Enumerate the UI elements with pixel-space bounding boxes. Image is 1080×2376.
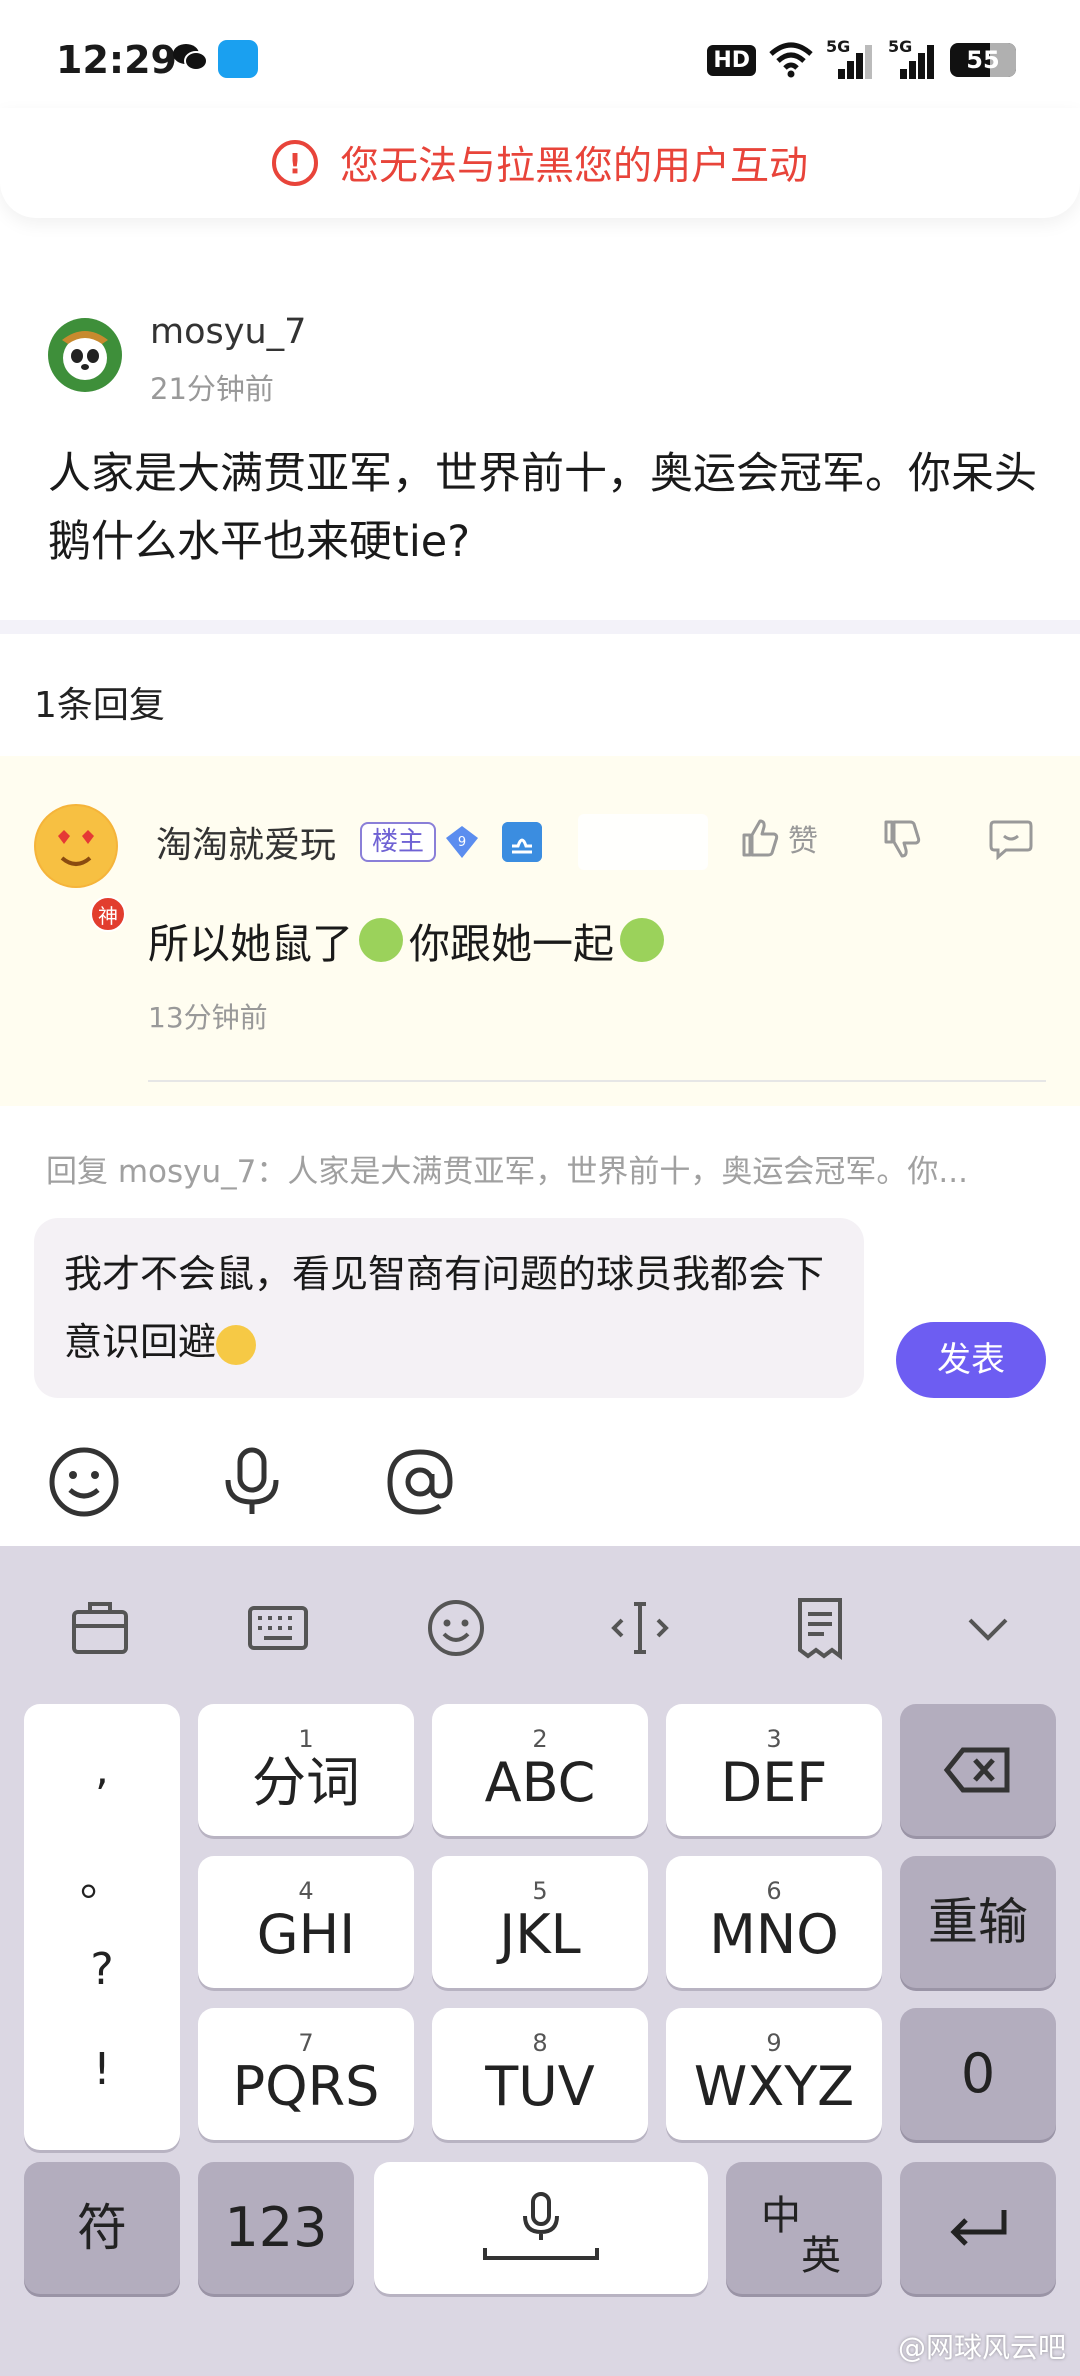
nauseated-emoji-icon [359, 918, 403, 962]
grimacing-emoji-icon [216, 1324, 257, 1365]
exclaim-key[interactable]: ! [24, 2044, 180, 2095]
key-7[interactable]: 7 PQRS [198, 2008, 414, 2140]
thumbs-up-icon [742, 819, 779, 857]
status-time: 12:29 [56, 38, 177, 82]
nauseated-emoji-icon [620, 918, 664, 962]
thumbs-down-icon[interactable] [880, 818, 922, 860]
wifi-icon [769, 42, 813, 78]
reinput-key[interactable]: 重输 [900, 1856, 1056, 1988]
reply-to-hint: 回复 mosyu_7：人家是大满贯亚军，世界前十，奥运会冠军。你... [46, 1154, 968, 1190]
owner-badge: 楼主 [360, 822, 437, 862]
keyboard: , 。 ? ! 1 分词 2 ABC 3 DEF 4 GHI 5 JKL 6 M… [0, 1546, 1080, 2376]
key-5[interactable]: 5 JKL [432, 1856, 648, 1988]
app-notification-icon [218, 40, 258, 78]
watermark: @网球风云吧 [897, 2331, 1066, 2364]
symbols-key[interactable]: 符 [24, 2162, 180, 2294]
clipboard-icon[interactable] [788, 1596, 852, 1660]
microphone-icon[interactable] [214, 1444, 290, 1520]
reply-input[interactable]: 我才不会鼠，看见智商有问题的球员我都会下意识回避 [34, 1218, 864, 1398]
reply-author-name[interactable]: 淘淘就爱玩 [156, 816, 336, 868]
wechat-icon [173, 44, 208, 71]
status-indicators: HD 5G 5G 55 [707, 37, 1016, 80]
comment-icon[interactable] [988, 818, 1034, 860]
divider [148, 1080, 1046, 1082]
period-key[interactable]: 。 [24, 1844, 180, 1908]
alert-icon: ! [271, 140, 318, 186]
reply-content: 所以她鼠了 你跟她一起 [148, 910, 664, 970]
key-4[interactable]: 4 GHI [198, 1856, 414, 1988]
like-button[interactable]: 赞 [738, 816, 818, 860]
post-author-name[interactable]: mosyu_7 [150, 312, 306, 352]
backspace-key[interactable] [900, 1704, 1056, 1836]
libra-zodiac-icon [502, 822, 542, 862]
blurred-area [578, 814, 708, 870]
mention-icon[interactable] [382, 1444, 458, 1520]
publish-button[interactable]: 发表 [896, 1322, 1046, 1398]
svg-text:9: 9 [458, 835, 466, 850]
battery-icon: 55 [950, 43, 1016, 77]
emoji-picker-icon[interactable] [46, 1444, 122, 1520]
post-time: 21分钟前 [150, 372, 274, 406]
keyboard-icon[interactable] [246, 1596, 310, 1660]
space-key[interactable] [374, 2162, 708, 2294]
section-divider [0, 620, 1080, 634]
key-3[interactable]: 3 DEF [666, 1704, 882, 1836]
post-content: 人家是大满贯亚军，世界前十，奥运会冠军。你呆头鹅什么水平也来硬tie? [48, 449, 1037, 567]
signal-icon-1: 5G [826, 37, 876, 79]
question-key[interactable]: ? [24, 1944, 180, 1995]
microphone-icon [483, 2192, 599, 2260]
signal-icon-2: 5G [888, 37, 938, 79]
replies-count: 1条回复 [34, 685, 165, 726]
zero-key[interactable]: 0 [900, 2008, 1056, 2140]
reply-author-avatar[interactable]: 神 [34, 804, 126, 932]
punctuation-column[interactable]: , 。 ? ! [24, 1704, 180, 2150]
comma-key[interactable]: , [24, 1744, 180, 1795]
level-gem-icon: 9 [446, 826, 478, 858]
enter-key[interactable] [900, 2162, 1056, 2294]
blocked-banner: ! 您无法与拉黑您的用户互动 [0, 108, 1080, 218]
status-bar: 12:29 HD 5G 5G 55 [0, 0, 1080, 120]
emoji-icon[interactable] [424, 1596, 488, 1660]
key-8[interactable]: 8 TUV [432, 2008, 648, 2140]
number-mode-key[interactable]: 123 [198, 2162, 354, 2294]
language-switch-key[interactable]: 中 英 [726, 2162, 882, 2294]
hd-icon: HD [707, 44, 756, 76]
god-badge: 神 [90, 896, 126, 932]
backspace-icon [943, 1747, 1010, 1793]
cursor-move-icon[interactable] [608, 1596, 672, 1660]
blocked-message: 您无法与拉黑您的用户互动 [339, 144, 808, 189]
briefcase-icon[interactable] [68, 1596, 132, 1660]
post-author-avatar[interactable] [48, 318, 122, 392]
key-2[interactable]: 2 ABC [432, 1704, 648, 1836]
like-label: 赞 [788, 824, 818, 859]
chevron-down-icon[interactable] [956, 1596, 1020, 1660]
key-6[interactable]: 6 MNO [666, 1856, 882, 1988]
reply-item: 神 淘淘就爱玩 楼主 9 赞 所以她鼠了 你跟她一起 13分钟前 [0, 756, 1080, 1106]
key-1[interactable]: 1 分词 [198, 1704, 414, 1836]
enter-icon [950, 2210, 1007, 2246]
key-9[interactable]: 9 WXYZ [666, 2008, 882, 2140]
reply-time: 13分钟前 [148, 1001, 268, 1034]
